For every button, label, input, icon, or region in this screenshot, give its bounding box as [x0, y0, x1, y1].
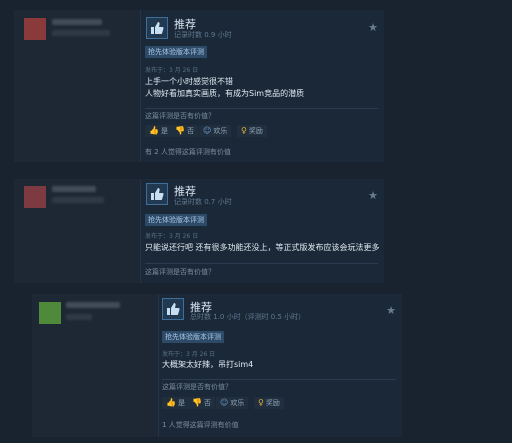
- vote-funny-label: 欢乐: [213, 127, 228, 135]
- review-body: 推荐 记录时数 0.9 小时 ★ 抢先体验版本评测 发布于：3 月 26 日 上…: [140, 10, 384, 162]
- star-icon[interactable]: ★: [386, 305, 396, 316]
- thumbs-down-icon: 👎: [192, 398, 202, 407]
- thumbs-up-icon: [162, 298, 184, 320]
- posted-date: 发布于：3 月 26 日: [145, 67, 199, 74]
- posted-date: 发布于：3 月 26 日: [145, 233, 199, 240]
- reviewer-stats: [52, 30, 110, 36]
- review-text-line: 大概架太好辣，吊打sim4: [162, 360, 254, 369]
- helpful-count: 1 人觉得这篇评测有价值: [162, 421, 239, 429]
- vote-yes-button[interactable]: 👍 是: [145, 125, 172, 137]
- avatar[interactable]: [24, 186, 46, 208]
- vote-no-label: 否: [186, 127, 194, 135]
- reviewer-panel: [14, 179, 140, 283]
- vote-no-label: 否: [203, 399, 211, 407]
- smile-icon: ☺: [203, 126, 212, 135]
- early-access-badge: 抢先体验版本评测: [145, 214, 207, 226]
- playtime: 记录时数 0.7 小时: [174, 198, 232, 206]
- early-access-badge: 抢先体验版本评测: [162, 331, 224, 343]
- early-access-badge: 抢先体验版本评测: [145, 46, 207, 58]
- vote-yes-label: 是: [177, 399, 185, 407]
- review-text-line: 人物好看加真实画质，有成为Sim竞品的潜质: [145, 89, 305, 98]
- vote-yes-button[interactable]: 👍 是: [162, 397, 189, 409]
- reviewer-stats: [66, 314, 92, 320]
- thumbs-up-icon: 👍: [166, 398, 176, 407]
- vote-yes-label: 是: [160, 127, 168, 135]
- helpful-question: 这篇评测是否有价值？: [145, 112, 215, 120]
- award-icon: ♀: [258, 398, 264, 407]
- award-icon: ♀: [241, 126, 247, 135]
- award-label: 奖励: [248, 127, 263, 135]
- award-button[interactable]: ♀ 奖励: [237, 125, 267, 137]
- review-card-3: 推荐 总时数 1.0 小时（评测时 0.5 小时） ★ 抢先体验版本评测 发布于…: [32, 294, 402, 437]
- reviewer-name[interactable]: [52, 186, 96, 192]
- thumbs-down-icon: 👎: [175, 126, 185, 135]
- thumbs-up-icon: [146, 183, 168, 205]
- review-text-line: 上手一个小时感觉很不错: [145, 77, 233, 86]
- reviewer-panel: [14, 10, 140, 162]
- avatar[interactable]: [39, 302, 61, 324]
- avatar[interactable]: [24, 18, 46, 40]
- helpful-question: 这篇评测是否有价值？: [145, 268, 215, 276]
- star-icon[interactable]: ★: [368, 22, 378, 33]
- divider: [162, 379, 396, 380]
- reviewer-name[interactable]: [66, 302, 120, 308]
- review-body: 推荐 总时数 1.0 小时（评测时 0.5 小时） ★ 抢先体验版本评测 发布于…: [158, 294, 402, 437]
- divider: [145, 263, 378, 264]
- thumbs-up-icon: 👍: [149, 126, 159, 135]
- review-card-2: 推荐 记录时数 0.7 小时 ★ 抢先体验版本评测 发布于：3 月 26 日 只…: [14, 179, 384, 283]
- helpful-question: 这篇评测是否有价值？: [162, 383, 232, 391]
- playtime: 总时数 1.0 小时（评测时 0.5 小时）: [190, 313, 306, 321]
- reviewer-stats: [52, 197, 104, 203]
- vote-no-button[interactable]: 👎 否: [188, 397, 215, 409]
- vote-funny-button[interactable]: ☺ 欢乐: [199, 125, 232, 137]
- smile-icon: ☺: [220, 398, 229, 407]
- reviewer-name[interactable]: [52, 19, 102, 25]
- vote-funny-button[interactable]: ☺ 欢乐: [216, 397, 249, 409]
- review-body: 推荐 记录时数 0.7 小时 ★ 抢先体验版本评测 发布于：3 月 26 日 只…: [140, 179, 384, 283]
- award-label: 奖励: [265, 399, 280, 407]
- helpful-count: 有 2 人觉得这篇评测有价值: [145, 148, 231, 156]
- vote-funny-label: 欢乐: [230, 399, 245, 407]
- posted-date: 发布于：3 月 26 日: [162, 351, 216, 358]
- award-button[interactable]: ♀ 奖励: [254, 397, 284, 409]
- reviewer-panel: [32, 294, 158, 437]
- review-text-line: 只能说还行吧 还有很多功能还没上，等正式版发布应该会玩法更多: [145, 243, 380, 252]
- divider: [145, 108, 378, 109]
- review-card-1: 推荐 记录时数 0.9 小时 ★ 抢先体验版本评测 发布于：3 月 26 日 上…: [14, 10, 384, 162]
- star-icon[interactable]: ★: [368, 190, 378, 201]
- vote-no-button[interactable]: 👎 否: [171, 125, 198, 137]
- playtime: 记录时数 0.9 小时: [174, 31, 232, 39]
- thumbs-up-icon: [146, 17, 168, 39]
